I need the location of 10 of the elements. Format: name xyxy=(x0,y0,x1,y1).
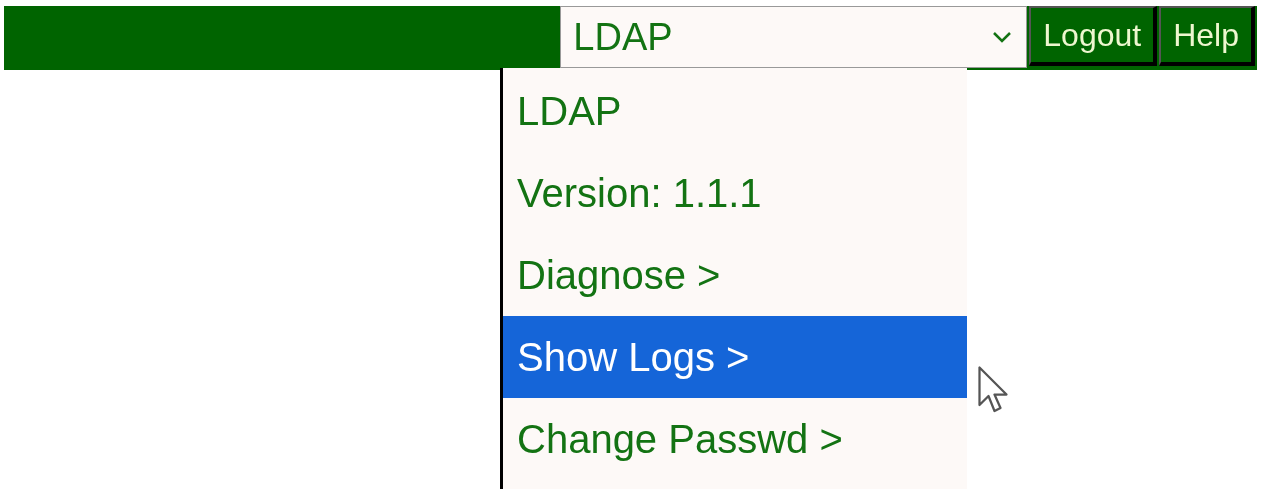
source-select[interactable]: LDAP xyxy=(560,6,1028,68)
header-button[interactable]: Logout xyxy=(1029,6,1158,66)
menu-item[interactable]: Change Passwd > xyxy=(503,398,967,480)
menu-item[interactable]: Diagnose > xyxy=(503,234,967,316)
select-value: LDAP xyxy=(573,18,673,56)
menu-item[interactable]: Version: 1.1.1 xyxy=(503,152,967,234)
chevron-down-icon xyxy=(992,31,1013,43)
menu-item[interactable]: LDAP xyxy=(503,70,967,152)
header-button[interactable]: Help xyxy=(1159,6,1255,66)
menu-item[interactable]: Show Logs > xyxy=(503,316,967,398)
